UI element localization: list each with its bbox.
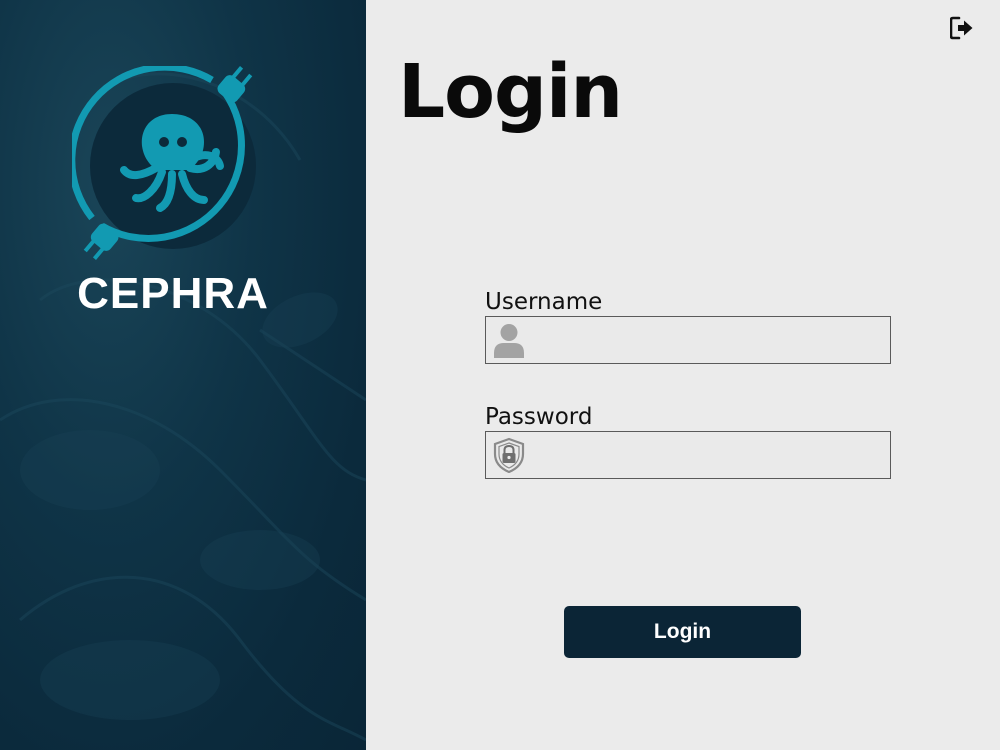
username-input[interactable] [532,317,882,363]
username-field[interactable] [485,316,891,364]
login-panel: Login Username Password Login [366,0,1000,750]
exit-button[interactable] [948,14,976,42]
page-title: Login [398,49,623,135]
password-field[interactable] [485,431,891,479]
brand-panel: CEPHRA [0,0,366,750]
login-button[interactable]: Login [564,606,801,658]
user-icon [494,324,524,358]
brand-name: CEPHRA [77,269,269,318]
password-input[interactable] [532,432,882,478]
exit-icon [950,16,973,40]
login-screen: CEPHRA Login Username Password Login [0,0,1000,750]
shield-lock-icon [493,437,525,473]
octopus-plug-icon [72,66,256,260]
password-label: Password [485,404,593,430]
username-label: Username [485,289,603,315]
